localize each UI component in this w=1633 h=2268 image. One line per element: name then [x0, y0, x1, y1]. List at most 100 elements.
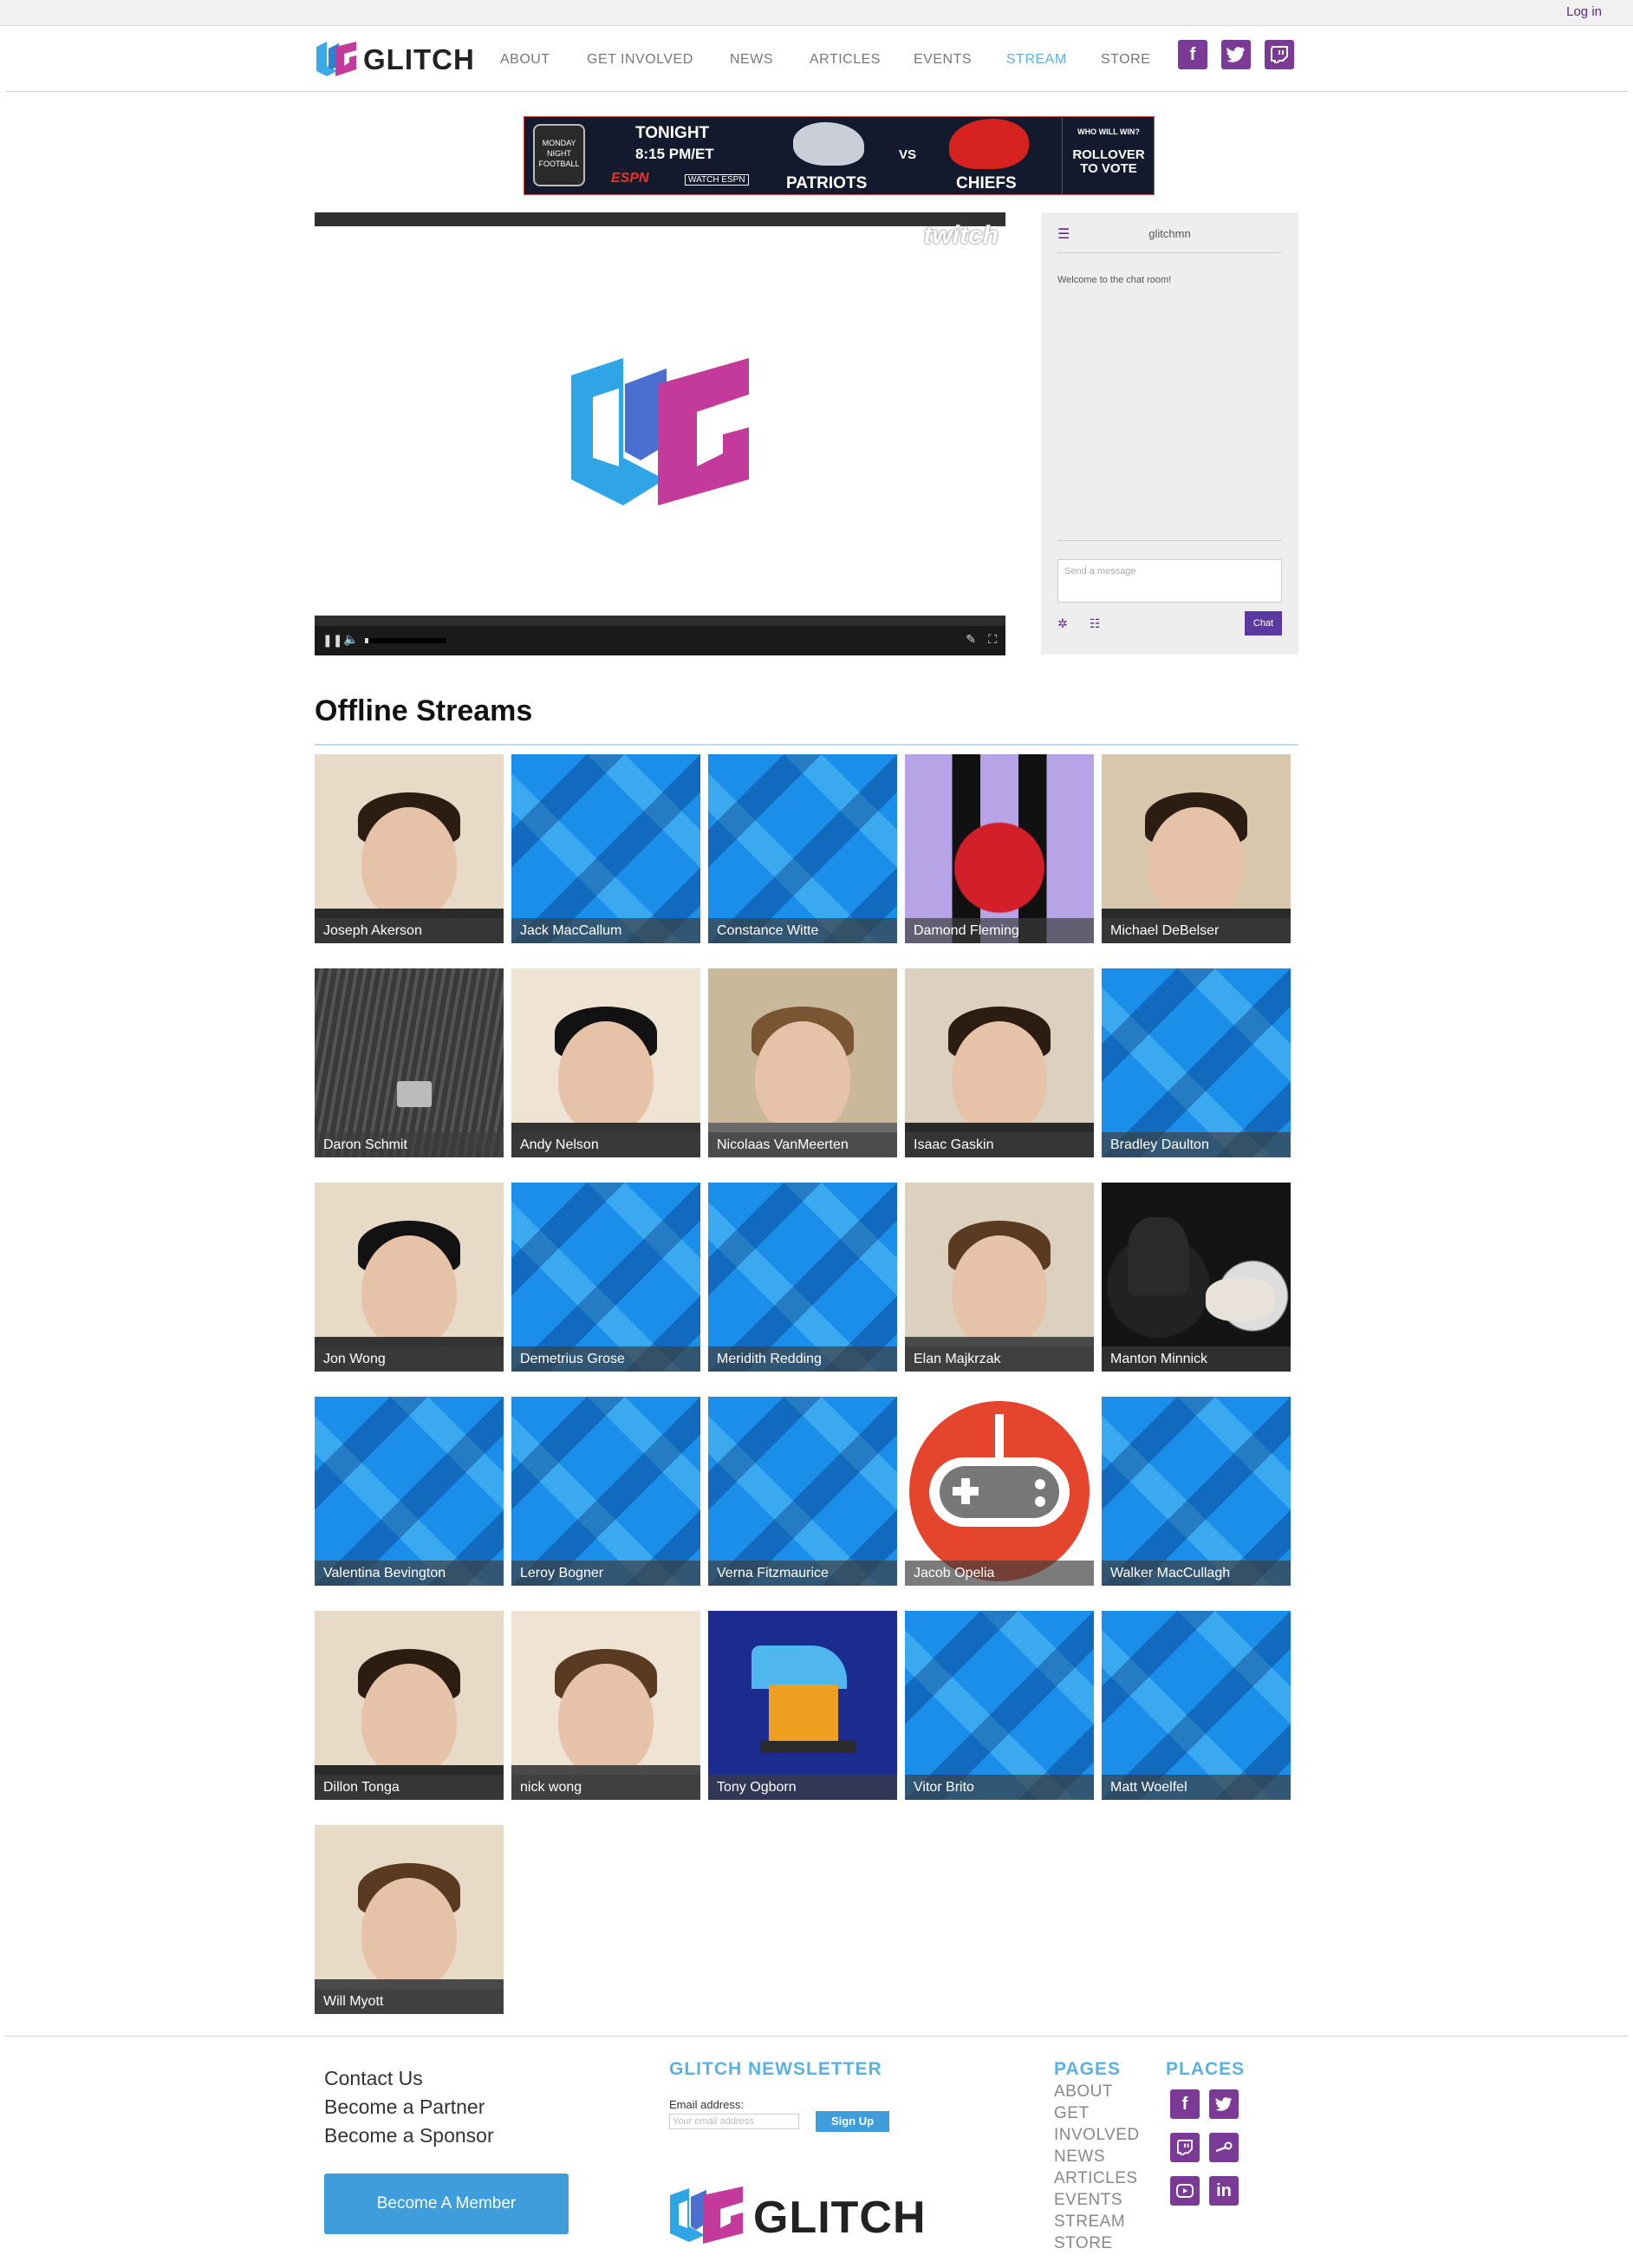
stream-tile[interactable]: Tony Ogborn	[708, 1611, 897, 1800]
section-divider	[315, 744, 1298, 746]
footer-page-get[interactable]: GET	[1054, 2104, 1090, 2123]
stream-tile[interactable]: Elan Majkrzak	[905, 1183, 1094, 1372]
stream-tile[interactable]: Valentina Bevington	[315, 1397, 504, 1586]
stream-tile[interactable]: Dillon Tonga	[315, 1611, 504, 1800]
facebook-icon[interactable]: f	[1178, 40, 1207, 69]
twitch-icon[interactable]	[1170, 2133, 1200, 2162]
stream-tile[interactable]: Leroy Bogner	[511, 1397, 700, 1586]
stream-tile[interactable]: Constance Witte	[708, 754, 897, 943]
ad-banner[interactable]: MONDAY NIGHT FOOTBALL TONIGHT 8:15 PM/ET…	[524, 116, 1155, 195]
become-partner-link[interactable]: Become a Partner	[324, 2095, 485, 2119]
stream-tile[interactable]: Nicolaas VanMeerten	[708, 968, 897, 1157]
footer-brand-wordmark: GLITCH	[753, 2193, 927, 2243]
stream-tile[interactable]: nick wong	[511, 1611, 700, 1800]
stream-tile[interactable]: Walker MacCullagh	[1102, 1397, 1291, 1586]
steam-icon[interactable]	[1209, 2133, 1239, 2162]
stream-tile[interactable]: Vitor Brito	[905, 1611, 1094, 1800]
linkedin-icon[interactable]: in	[1209, 2176, 1239, 2206]
face	[361, 807, 457, 921]
footer-page-about[interactable]: ABOUT	[1054, 2082, 1113, 2102]
espn-logo: ESPN	[611, 171, 649, 186]
chat-send-button[interactable]: Chat	[1245, 611, 1282, 635]
stream-tile[interactable]: Joseph Akerson	[315, 754, 504, 943]
chiefs-helmet-icon	[949, 119, 1029, 169]
settings-icon[interactable]: ✎	[966, 632, 976, 647]
footer-page-events[interactable]: EVENTS	[1054, 2191, 1122, 2210]
contact-us-link[interactable]: Contact Us	[324, 2067, 423, 2090]
ad-tonight: TONIGHT	[635, 124, 710, 142]
newsletter-email-input[interactable]: Your email address	[669, 2114, 799, 2129]
youtube-icon[interactable]	[1170, 2176, 1200, 2206]
twitch-icon[interactable]	[1265, 40, 1294, 69]
stream-tile[interactable]: Bradley Daulton	[1102, 968, 1291, 1157]
twitter-icon[interactable]	[1209, 2089, 1239, 2119]
mnf-badge: MONDAY NIGHT FOOTBALL	[533, 124, 585, 186]
chat-divider	[1057, 252, 1282, 253]
twitter-icon[interactable]	[1221, 40, 1251, 69]
stream-tile[interactable]: Jacob Opelia	[905, 1397, 1094, 1586]
stream-tile[interactable]: Meridith Redding	[708, 1183, 897, 1372]
stream-tile[interactable]: Michael DeBelser	[1102, 754, 1291, 943]
stream-name: Jack MacCallum	[511, 918, 700, 943]
stream-tile[interactable]: Manton Minnick	[1102, 1183, 1291, 1372]
ad-team2: CHIEFS	[956, 174, 1017, 192]
volume-slider[interactable]	[365, 638, 446, 643]
face	[1148, 807, 1244, 921]
pause-icon[interactable]: ❚❚	[322, 633, 342, 648]
nav-articles[interactable]: ARTICLES	[810, 52, 881, 68]
newsletter-title: GLITCH NEWSLETTER	[669, 2059, 882, 2079]
footer-page-news[interactable]: NEWS	[1054, 2147, 1105, 2167]
person-silhouette	[1128, 1217, 1188, 1295]
volume-icon[interactable]: 🔈	[343, 632, 358, 647]
newsletter-signup-button[interactable]: Sign Up	[816, 2111, 889, 2132]
player-controls[interactable]: ❚❚ 🔈 ✎ ⛶	[315, 616, 1005, 655]
patriots-helmet-icon	[793, 122, 864, 166]
chat-list-icon[interactable]: ☷	[1090, 616, 1101, 631]
nav-events[interactable]: EVENTS	[914, 52, 972, 68]
nav-news[interactable]: NEWS	[730, 52, 773, 68]
stream-name: Damond Fleming	[905, 918, 1094, 943]
become-sponsor-link[interactable]: Become a Sponsor	[324, 2124, 494, 2147]
nav-store[interactable]: STORE	[1101, 52, 1150, 68]
ad-vote-panel[interactable]: WHO WILL WIN? ROLLOVER TO VOTE	[1062, 117, 1155, 194]
stream-tile[interactable]: Isaac Gaskin	[905, 968, 1094, 1157]
stream-tile[interactable]: Demetrius Grose	[511, 1183, 700, 1372]
login-link[interactable]: Log in	[1566, 4, 1602, 19]
become-member-button[interactable]: Become A Member	[324, 2174, 569, 2234]
ad-who-will-win: WHO WILL WIN?	[1077, 127, 1140, 136]
stream-tile[interactable]: Daron Schmit	[315, 968, 504, 1157]
stream-tile[interactable]: Andy Nelson	[511, 968, 700, 1157]
chat-message-input[interactable]: Send a message	[1057, 559, 1282, 603]
stream-name: Elan Majkrzak	[905, 1346, 1094, 1372]
face	[361, 1664, 457, 1777]
email-label: Email address:	[669, 2098, 744, 2111]
stream-tile[interactable]: Will Myott	[315, 1825, 504, 2014]
footer-page-articles[interactable]: ARTICLES	[1054, 2169, 1138, 2188]
face	[361, 1235, 457, 1349]
chat-settings-gear-icon[interactable]: ✲	[1057, 616, 1068, 631]
chat-welcome-message: Welcome to the chat room!	[1057, 275, 1172, 285]
nav-stream[interactable]: STREAM	[1006, 52, 1067, 68]
site-logo[interactable]: GLITCH	[315, 40, 479, 78]
footer-page-store[interactable]: STORE	[1054, 2234, 1113, 2253]
stream-tile[interactable]: Jon Wong	[315, 1183, 504, 1372]
fullscreen-icon[interactable]: ⛶	[988, 632, 997, 647]
nav-get-involved[interactable]: GET INVOLVED	[587, 52, 693, 68]
footer-logo[interactable]: GLITCH	[668, 2185, 928, 2245]
stream-tile[interactable]: Verna Fitzmaurice	[708, 1397, 897, 1586]
stream-player[interactable]: twitch ❚❚ 🔈 ✎ ⛶	[315, 212, 1005, 655]
stream-tile[interactable]: Damond Fleming	[905, 754, 1094, 943]
stream-name: Isaac Gaskin	[905, 1132, 1094, 1157]
footer-page-involved[interactable]: INVOLVED	[1054, 2126, 1140, 2145]
stream-tile[interactable]: Matt Woelfel	[1102, 1611, 1291, 1800]
face	[558, 1664, 654, 1777]
places-title: PLACES	[1166, 2059, 1246, 2079]
stream-tile[interactable]: Jack MacCallum	[511, 754, 700, 943]
stream-name: Bradley Daulton	[1102, 1132, 1291, 1157]
footer-page-stream[interactable]: STREAM	[1054, 2213, 1125, 2232]
facebook-icon[interactable]: f	[1170, 2089, 1200, 2119]
player-top-bar	[315, 212, 1005, 226]
ad-vs: VS	[899, 147, 917, 162]
stream-name: Nicolaas VanMeerten	[708, 1132, 897, 1157]
nav-about[interactable]: ABOUT	[500, 52, 550, 68]
